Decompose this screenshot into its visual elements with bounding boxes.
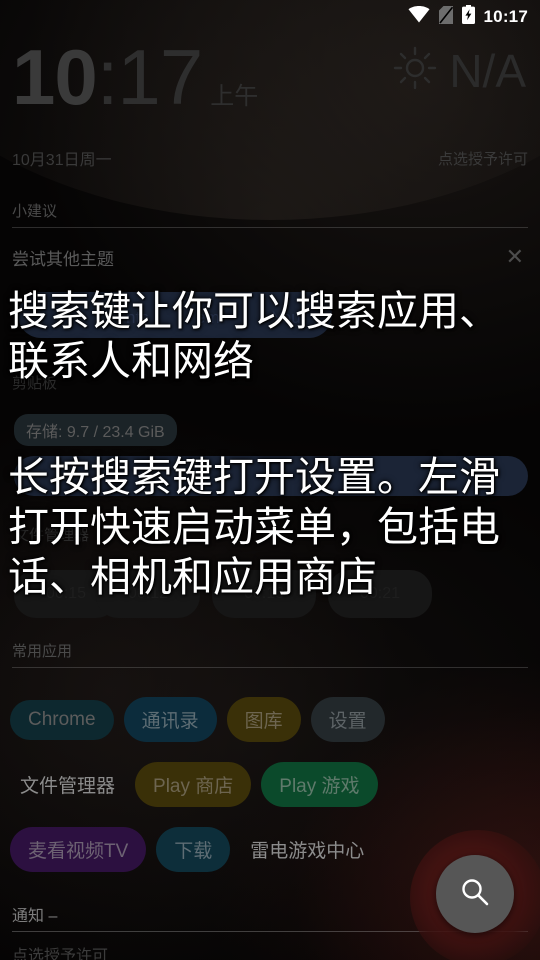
divider <box>12 227 528 228</box>
sun-icon <box>393 46 437 95</box>
weather-widget[interactable]: N/A <box>393 46 526 95</box>
divider <box>12 667 528 668</box>
no-sim-icon <box>438 5 453 29</box>
app-chip[interactable]: Play 商店 <box>135 762 252 807</box>
status-bar-clock: 10:17 <box>483 7 528 26</box>
wifi-icon <box>408 6 430 28</box>
clock-time[interactable]: 10 :17 上午 <box>12 38 258 116</box>
apps-section-header: 常用应用 <box>12 640 528 668</box>
search-fab[interactable] <box>436 855 514 933</box>
suggestion-header-label: 小建议 <box>12 203 58 220</box>
overlay-tip-1: 搜索键让你可以搜索应用、联系人和网络 <box>8 288 500 384</box>
clock-minutes: :17 <box>96 33 203 121</box>
home-screen: 10:17 10 :17 上午 N/A 10月31日周一 点选授予许可 小建议 … <box>0 0 540 960</box>
weather-temperature: N/A <box>449 44 526 97</box>
storage-label: 存储: 9.7 / 23.4 GiB <box>26 424 165 441</box>
app-chip[interactable]: 下载 <box>156 827 231 872</box>
storage-pill[interactable]: 存储: 9.7 / 23.4 GiB <box>14 414 177 446</box>
close-icon[interactable]: ✕ <box>502 246 528 268</box>
clock-hours: 10 <box>12 33 98 121</box>
app-chip[interactable]: 麦看视频TV <box>10 827 147 872</box>
apps-header-label: 常用应用 <box>12 643 73 660</box>
current-date: 10月31日周一 <box>12 152 112 169</box>
app-chip[interactable]: 设置 <box>310 697 385 742</box>
app-chip-row: 文件管理器 Play 商店 Play 游戏 <box>10 762 530 807</box>
search-icon <box>458 875 492 914</box>
app-chip[interactable]: Chrome <box>10 699 114 740</box>
clock-widget[interactable]: 10 :17 上午 N/A <box>0 38 540 148</box>
status-bar: 10:17 <box>0 0 540 34</box>
weather-permission-hint[interactable]: 点选授予许可 <box>438 148 528 169</box>
app-chip[interactable]: 雷电游戏中心 <box>240 827 374 872</box>
suggestion-section-header: 小建议 <box>12 200 528 228</box>
app-chip[interactable]: 通讯录 <box>123 697 217 742</box>
suggestion-item[interactable]: 尝试其他主题 ✕ <box>12 240 528 274</box>
clock-ampm: 上午 <box>210 83 259 110</box>
overlay-tip-2: 长按搜索键打开设置。左滑打开快速启动菜单，包括电话、相机和应用商店 <box>8 454 500 600</box>
app-chip[interactable]: 文件管理器 <box>10 762 125 807</box>
app-chip-row: Chrome 通讯录 图库 设置 <box>10 697 530 742</box>
app-chip[interactable]: 图库 <box>226 697 301 742</box>
suggestion-label: 尝试其他主题 <box>12 249 114 269</box>
app-chip[interactable]: Play 游戏 <box>261 762 378 807</box>
battery-charging-icon <box>461 5 475 29</box>
date-row: 10月31日周一 点选授予许可 <box>0 144 540 172</box>
